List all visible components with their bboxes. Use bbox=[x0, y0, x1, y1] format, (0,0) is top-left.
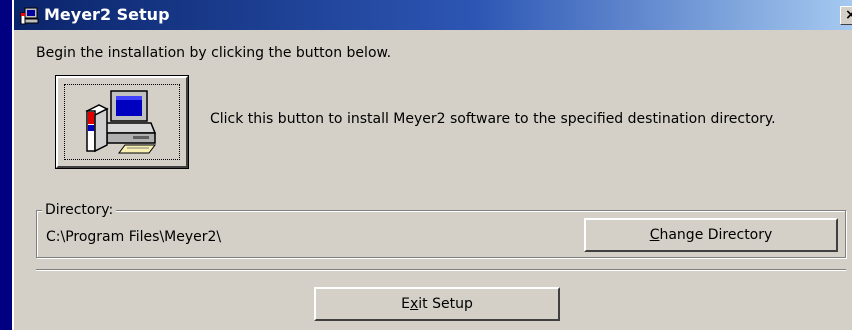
window-title: Meyer2 Setup bbox=[44, 5, 170, 24]
setup-window: Meyer2 Setup × Begin the installation by… bbox=[12, 0, 852, 330]
title-bar[interactable]: Meyer2 Setup × bbox=[14, 0, 852, 30]
install-description: Click this button to install Meyer2 soft… bbox=[210, 111, 776, 127]
change-directory-label: hange Directory bbox=[659, 227, 773, 243]
exit-setup-button[interactable]: Exit Setup bbox=[314, 287, 560, 321]
install-computer-icon bbox=[85, 90, 157, 154]
exit-label-end: it Setup bbox=[418, 296, 473, 312]
setup-computer-icon bbox=[20, 7, 39, 25]
exit-label-start: E bbox=[401, 296, 410, 312]
close-icon: × bbox=[845, 7, 852, 23]
directory-label: Directory: bbox=[42, 202, 117, 218]
close-button[interactable]: × bbox=[840, 6, 852, 25]
intro-text: Begin the installation by clicking the b… bbox=[36, 45, 392, 61]
directory-path: C:\Program Files\Meyer2\ bbox=[46, 229, 222, 245]
install-button[interactable] bbox=[55, 75, 189, 169]
separator bbox=[36, 269, 846, 271]
change-directory-button[interactable]: Change Directory bbox=[584, 218, 838, 252]
